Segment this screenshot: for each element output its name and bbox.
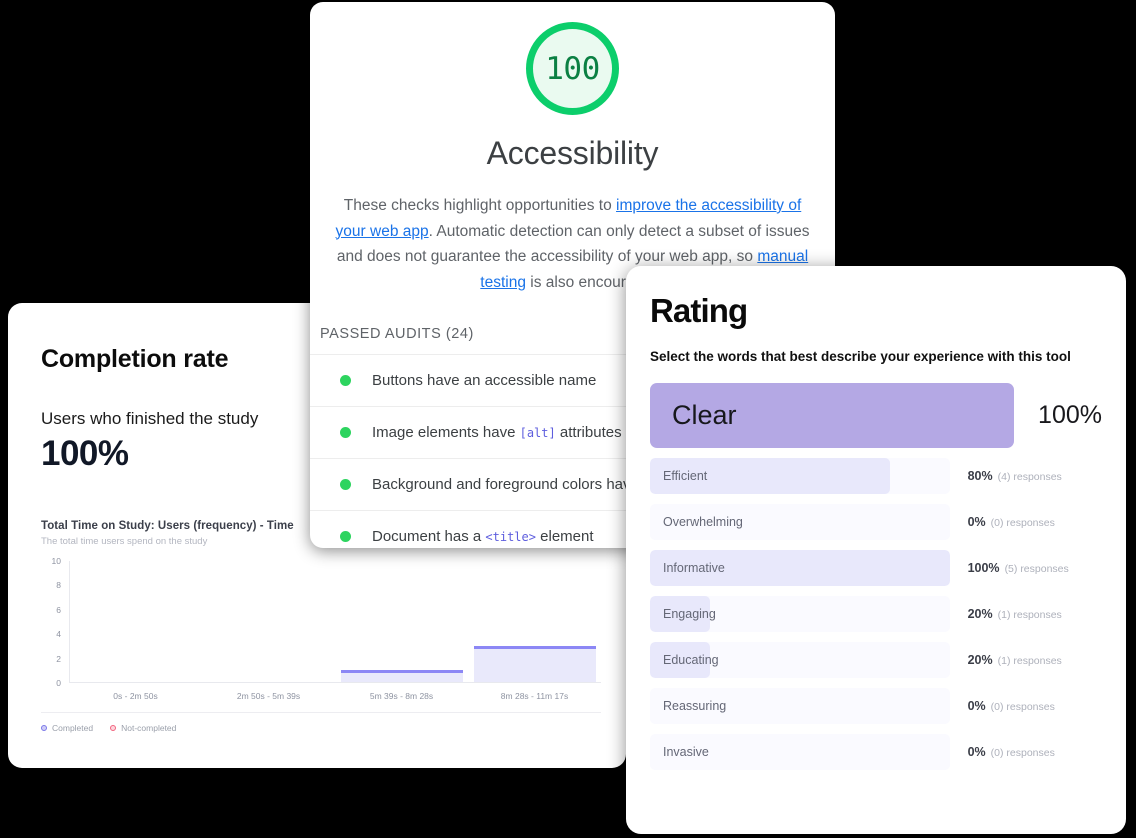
rating-word-label: Educating bbox=[663, 653, 719, 667]
rating-word-stats: 20% (1) responses bbox=[968, 607, 1102, 621]
rating-word-responses: (0) responses bbox=[990, 747, 1055, 759]
rating-word-percent: 100% bbox=[967, 561, 1000, 575]
rating-word-label: Reassuring bbox=[663, 699, 727, 713]
chart-y-tick: 0 bbox=[56, 678, 61, 688]
rating-word-row[interactable]: Reassuring 0% (0) responses bbox=[650, 688, 1102, 724]
chart-bar-slot bbox=[468, 561, 601, 682]
rating-word-label: Efficient bbox=[663, 469, 708, 483]
passed-audit-label: Document has a <title> element bbox=[372, 527, 594, 545]
rating-word-stats: 100% (5) responses bbox=[968, 561, 1102, 575]
score-gauge-wrap: 100 bbox=[310, 2, 835, 115]
chart-legend: Completed Not-completed bbox=[41, 723, 626, 733]
rating-word-bar[interactable]: Informative bbox=[650, 550, 950, 586]
audit-code-token: <title> bbox=[485, 529, 536, 544]
chart-x-tick: 0s - 2m 50s bbox=[113, 691, 158, 701]
rating-word-bar[interactable]: Efficient bbox=[650, 458, 950, 494]
rating-word-bar[interactable]: Invasive bbox=[650, 734, 950, 770]
chart-bar-slot bbox=[336, 561, 469, 682]
rating-word-label: Engaging bbox=[663, 607, 716, 621]
chart-x-tick: 5m 39s - 8m 28s bbox=[369, 691, 434, 701]
chart-x-tick: 2m 50s - 5m 39s bbox=[236, 691, 301, 701]
rating-word-percent: 0% bbox=[967, 745, 986, 759]
chart-y-tick: 2 bbox=[56, 653, 61, 664]
rating-word-percent: 0% bbox=[967, 699, 986, 713]
rating-word-stats: 20% (1) responses bbox=[968, 653, 1102, 667]
audit-pass-icon bbox=[340, 427, 351, 438]
chart-bar[interactable] bbox=[473, 645, 596, 682]
rating-word-responses: (1) responses bbox=[997, 655, 1062, 667]
rating-word-label: Overwhelming bbox=[663, 515, 743, 529]
chart-y-axis: 10 8 6 4 2 0 bbox=[41, 556, 67, 701]
rating-word-row[interactable]: Informative 100% (5) responses bbox=[650, 550, 1102, 586]
rating-card: Rating Select the words that best descri… bbox=[626, 266, 1126, 834]
chart-legend-item[interactable]: Not-completed bbox=[110, 723, 176, 733]
chart-plot: 10 8 6 4 2 0 0s - 2m 50s 2m 50s - 5m 39s 5m 39s… bbox=[41, 556, 601, 701]
rating-title: Rating bbox=[650, 292, 748, 329]
rating-word-responses: (0) responses bbox=[990, 517, 1055, 529]
top-rated-word-percent: 100% bbox=[1038, 401, 1102, 429]
rating-word-responses: (0) responses bbox=[990, 701, 1055, 713]
rating-word-stats: 0% (0) responses bbox=[968, 515, 1102, 529]
rating-word-bar[interactable]: Reassuring bbox=[650, 688, 950, 724]
audit-pass-icon bbox=[340, 530, 351, 542]
rating-word-row[interactable]: Educating 20% (1) responses bbox=[650, 642, 1102, 678]
rating-word-stats: 80% (4) responses bbox=[968, 469, 1102, 483]
chart-bar-slot bbox=[203, 561, 336, 682]
rating-word-row[interactable]: Overwhelming 0% (0) responses bbox=[650, 504, 1102, 540]
rating-word-percent: 20% bbox=[967, 607, 993, 621]
top-rated-word-bar[interactable]: Clear bbox=[650, 383, 1015, 448]
rating-word-label: Invasive bbox=[663, 745, 709, 759]
top-rated-word-row[interactable]: Clear 100% bbox=[650, 383, 1102, 448]
chart-y-tick: 10 bbox=[51, 556, 61, 566]
audit-pass-icon bbox=[340, 479, 351, 490]
audit-pass-icon bbox=[340, 375, 351, 386]
rating-word-responses: (1) responses bbox=[997, 609, 1062, 621]
passed-audit-label: Image elements have [alt] attributes bbox=[372, 424, 622, 441]
chart-divider bbox=[41, 712, 601, 713]
audit-code-token: [alt] bbox=[519, 426, 556, 440]
chart-y-tick: 4 bbox=[56, 629, 61, 640]
rating-word-label: Informative bbox=[663, 561, 725, 575]
chart-legend-item[interactable]: Completed bbox=[41, 723, 93, 733]
accessibility-title: Accessibility bbox=[486, 135, 659, 171]
accessibility-desc-text: These checks highlight opportunities to bbox=[343, 197, 617, 214]
rating-card-body: Rating Select the words that best descri… bbox=[626, 266, 1126, 770]
chart-bar[interactable] bbox=[340, 669, 463, 682]
rating-word-bar[interactable]: Educating bbox=[650, 642, 950, 678]
legend-dot-icon bbox=[41, 725, 47, 731]
accessibility-score-gauge: 100 bbox=[526, 22, 619, 115]
chart-y-tick: 6 bbox=[56, 604, 61, 615]
chart-bar-slot bbox=[70, 561, 203, 682]
chart-plot-area bbox=[69, 561, 601, 683]
chart-legend-label: Completed bbox=[52, 723, 94, 733]
rating-word-list: Efficient 80% (4) responses Overwhelming 0% (… bbox=[650, 458, 1102, 770]
chart-y-tick: 8 bbox=[56, 580, 61, 591]
accessibility-score-value: 100 bbox=[545, 50, 600, 87]
chart-bars bbox=[70, 561, 601, 682]
rating-word-bar[interactable]: Overwhelming bbox=[650, 504, 950, 540]
rating-word-percent: 0% bbox=[967, 515, 986, 529]
passed-audit-label: Buttons have an accessible name bbox=[372, 372, 597, 389]
chart-x-axis: 0s - 2m 50s 2m 50s - 5m 39s 5m 39s - 8m 28… bbox=[69, 683, 601, 701]
rating-word-row[interactable]: Efficient 80% (4) responses bbox=[650, 458, 1102, 494]
chart-x-tick: 8m 28s - 11m 17s bbox=[500, 691, 569, 701]
legend-dot-icon bbox=[110, 725, 117, 731]
rating-word-percent: 80% bbox=[967, 469, 993, 483]
time-on-study-chart: Total Time on Study: Users (frequency) -… bbox=[41, 520, 626, 733]
top-rated-word-label: Clear bbox=[672, 400, 737, 430]
rating-word-stats: 0% (0) responses bbox=[968, 745, 1102, 759]
rating-question: Select the words that best describe your… bbox=[650, 349, 1071, 364]
chart-legend-label: Not-completed bbox=[121, 723, 177, 733]
rating-word-row[interactable]: Invasive 0% (0) responses bbox=[650, 734, 1102, 770]
rating-word-stats: 0% (0) responses bbox=[968, 699, 1102, 713]
screenshot-stage: Completion rate Users who finished the s… bbox=[0, 0, 1136, 838]
passed-audit-label: Background and foreground colors have a bbox=[372, 476, 652, 493]
rating-word-responses: (5) responses bbox=[1004, 563, 1069, 575]
rating-word-percent: 20% bbox=[967, 653, 993, 667]
rating-word-row[interactable]: Engaging 20% (1) responses bbox=[650, 596, 1102, 632]
rating-word-bar[interactable]: Engaging bbox=[650, 596, 950, 632]
rating-word-responses: (4) responses bbox=[997, 471, 1062, 483]
